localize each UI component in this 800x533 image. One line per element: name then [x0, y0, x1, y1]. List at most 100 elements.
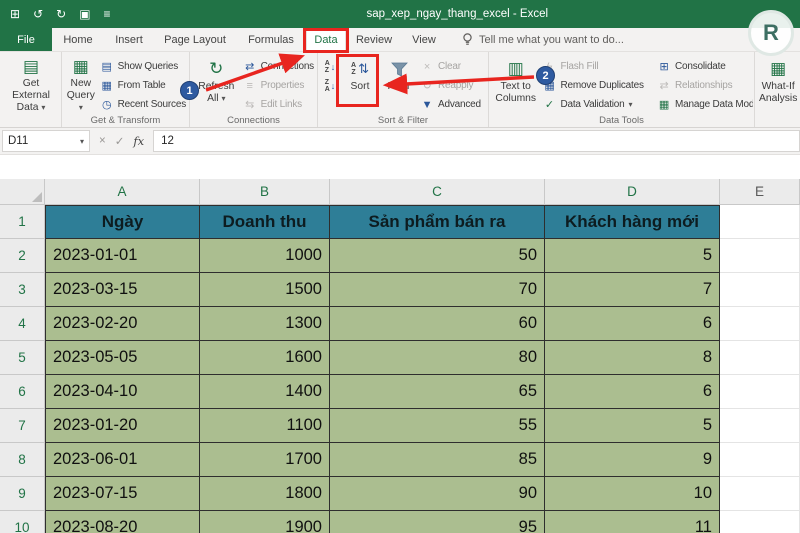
data-cell[interactable]: 2023-08-20 — [45, 511, 200, 533]
data-cell[interactable]: 1100 — [200, 409, 330, 443]
empty-cell[interactable] — [720, 205, 800, 239]
show-queries-button[interactable]: ▤ Show Queries — [98, 58, 188, 75]
row-header[interactable]: 3 — [0, 273, 45, 307]
cancel-formula-icon[interactable]: × — [99, 135, 106, 147]
empty-cell[interactable] — [720, 409, 800, 443]
row-header[interactable]: 9 — [0, 477, 45, 511]
row-header[interactable]: 6 — [0, 375, 45, 409]
data-cell[interactable]: 1800 — [200, 477, 330, 511]
empty-cell[interactable] — [720, 477, 800, 511]
column-header-e[interactable]: E — [720, 179, 800, 205]
data-cell[interactable]: 1700 — [200, 443, 330, 477]
empty-cell[interactable] — [720, 273, 800, 307]
tell-me-box[interactable]: Tell me what you want to do... — [462, 28, 624, 51]
data-cell[interactable]: 10 — [545, 477, 720, 511]
data-cell[interactable]: 50 — [330, 239, 545, 273]
select-all-corner[interactable] — [0, 179, 45, 205]
text-to-columns-button[interactable]: ▥ Text to Columns — [491, 54, 540, 114]
sort-az-button[interactable]: AZ ↓ — [320, 59, 340, 75]
properties-button[interactable]: ≡ Properties — [241, 77, 316, 94]
data-cell[interactable]: 80 — [330, 341, 545, 375]
data-cell[interactable]: 1500 — [200, 273, 330, 307]
sort-za-button[interactable]: ZA ↓ — [320, 78, 340, 94]
tab-review[interactable]: Review — [346, 28, 402, 51]
empty-cell[interactable] — [720, 511, 800, 533]
data-cell[interactable]: 2023-04-10 — [45, 375, 200, 409]
data-validation-button[interactable]: ✓ Data Validation ▾ — [540, 96, 655, 113]
connections-button[interactable]: ⇄ Connections — [241, 58, 316, 75]
data-cell[interactable]: 1900 — [200, 511, 330, 533]
data-cell[interactable]: 1300 — [200, 307, 330, 341]
tab-page-layout[interactable]: Page Layout — [154, 28, 236, 51]
row-header[interactable]: 10 — [0, 511, 45, 533]
row-header[interactable]: 2 — [0, 239, 45, 273]
data-cell[interactable]: 2023-03-15 — [45, 273, 200, 307]
column-header-c[interactable]: C — [330, 179, 545, 205]
data-cell[interactable]: 2023-07-15 — [45, 477, 200, 511]
data-cell[interactable]: 11 — [545, 511, 720, 533]
get-external-data-button[interactable]: ▤ Get External Data ▾ — [2, 54, 60, 114]
insert-function-icon[interactable]: fx — [133, 134, 144, 148]
data-cell[interactable]: 1000 — [200, 239, 330, 273]
remove-duplicates-button[interactable]: ▦ Remove Duplicates — [540, 77, 655, 94]
formula-input[interactable]: 12 — [153, 130, 800, 152]
tab-home[interactable]: Home — [52, 28, 104, 51]
data-cell[interactable]: 55 — [330, 409, 545, 443]
column-header-a[interactable]: A — [45, 179, 200, 205]
tab-file[interactable]: File — [0, 28, 52, 51]
manage-data-model-button[interactable]: ▦ Manage Data Model — [655, 96, 753, 113]
empty-cell[interactable] — [720, 307, 800, 341]
refresh-all-button[interactable]: ↻ Refresh All ▾ — [192, 54, 241, 114]
redo-icon[interactable]: ↻ — [56, 8, 66, 20]
data-cell[interactable]: Khách hàng mới — [545, 205, 720, 239]
customize-toolbar-icon[interactable]: ≡ — [104, 8, 111, 20]
consolidate-button[interactable]: ⊞ Consolidate — [655, 58, 753, 75]
name-box[interactable]: D11 ▾ — [2, 130, 90, 152]
new-query-button[interactable]: ▦ New Query ▾ — [64, 54, 98, 114]
empty-cell[interactable] — [720, 239, 800, 273]
sort-button[interactable]: AZ ⇅ Sort — [340, 54, 380, 114]
reapply-button[interactable]: ↻ Reapply — [418, 77, 483, 94]
tab-insert[interactable]: Insert — [104, 28, 154, 51]
tab-formulas[interactable]: Formulas — [236, 28, 306, 51]
relationships-button[interactable]: ⇄ Relationships — [655, 77, 753, 94]
data-cell[interactable]: 6 — [545, 375, 720, 409]
row-header[interactable]: 8 — [0, 443, 45, 477]
edit-links-button[interactable]: ⇆ Edit Links — [241, 96, 316, 113]
tab-data[interactable]: Data — [306, 28, 346, 51]
column-header-d[interactable]: D — [545, 179, 720, 205]
data-cell[interactable]: 8 — [545, 341, 720, 375]
data-cell[interactable]: 60 — [330, 307, 545, 341]
empty-cell[interactable] — [720, 375, 800, 409]
data-cell[interactable]: Sản phẩm bán ra — [330, 205, 545, 239]
flash-fill-button[interactable]: ϟ Flash Fill — [540, 58, 655, 75]
data-cell[interactable]: 5 — [545, 409, 720, 443]
advanced-filter-button[interactable]: ▼ Advanced — [418, 96, 483, 113]
data-cell[interactable]: 2023-05-05 — [45, 341, 200, 375]
tab-view[interactable]: View — [402, 28, 446, 51]
recent-sources-button[interactable]: ◷ Recent Sources — [98, 96, 188, 113]
empty-cell[interactable] — [720, 443, 800, 477]
filter-button[interactable]: Filter — [380, 54, 418, 114]
data-cell[interactable]: 5 — [545, 239, 720, 273]
data-cell[interactable]: 2023-02-20 — [45, 307, 200, 341]
row-header[interactable]: 4 — [0, 307, 45, 341]
data-cell[interactable]: Ngày — [45, 205, 200, 239]
data-cell[interactable]: 6 — [545, 307, 720, 341]
row-header[interactable]: 1 — [0, 205, 45, 239]
data-cell[interactable]: 1600 — [200, 341, 330, 375]
row-header[interactable]: 7 — [0, 409, 45, 443]
data-cell[interactable]: 2023-06-01 — [45, 443, 200, 477]
data-cell[interactable]: 2023-01-01 — [45, 239, 200, 273]
data-cell[interactable]: 2023-01-20 — [45, 409, 200, 443]
enter-formula-icon[interactable]: ✓ — [115, 134, 125, 148]
data-cell[interactable]: 9 — [545, 443, 720, 477]
data-cell[interactable]: 7 — [545, 273, 720, 307]
data-cell[interactable]: 70 — [330, 273, 545, 307]
data-cell[interactable]: 95 — [330, 511, 545, 533]
data-cell[interactable]: 85 — [330, 443, 545, 477]
what-if-analysis-button[interactable]: ▦ What-If Analysis — [757, 54, 799, 114]
row-header[interactable]: 5 — [0, 341, 45, 375]
from-table-button[interactable]: ▦ From Table — [98, 77, 188, 94]
save-icon[interactable]: ▣ — [79, 8, 90, 20]
